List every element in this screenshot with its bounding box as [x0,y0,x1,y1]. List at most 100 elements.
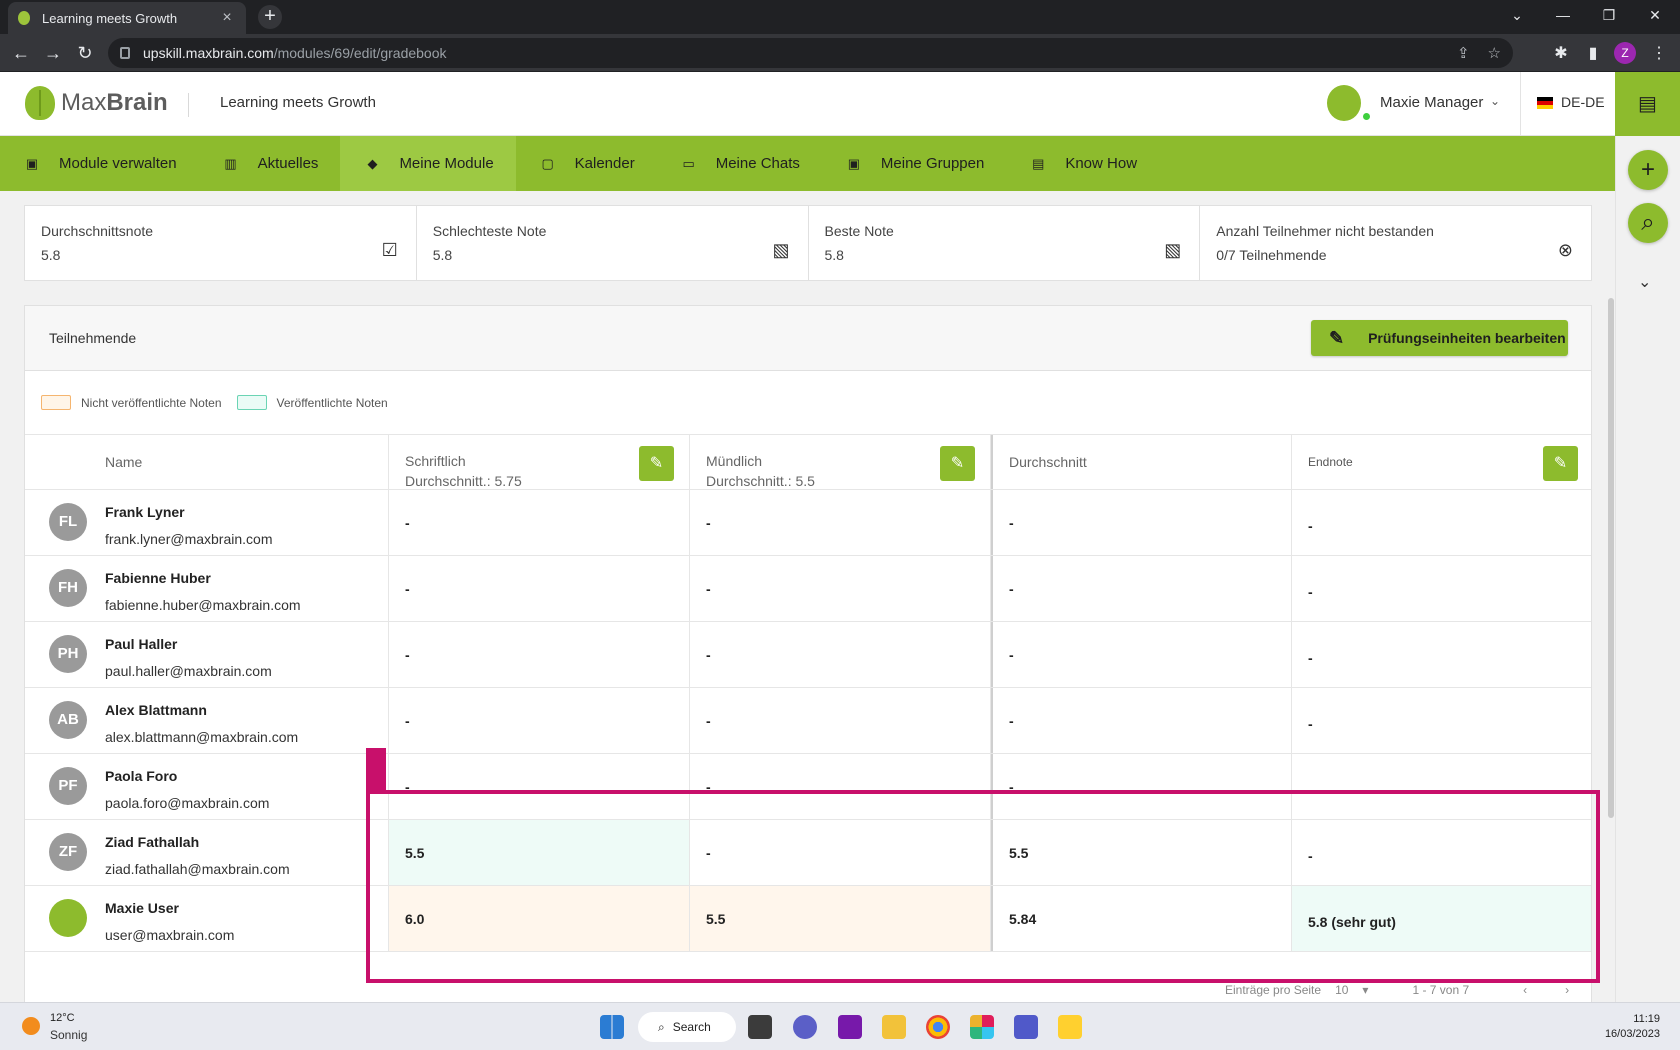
extensions-icon[interactable]: ✱ [1550,43,1572,63]
participant-email: user@maxbrain.com [105,927,235,943]
edit-written-button[interactable]: ✎ [639,446,674,481]
file-explorer-icon[interactable] [882,1015,906,1039]
stat-value: 0/7 Teilnehmende [1216,247,1327,263]
forward-icon[interactable]: → [40,40,66,66]
grade-cell[interactable]: - [690,556,991,621]
final-grade-cell[interactable]: - [1292,556,1591,621]
nav-item-meine-gruppen[interactable]: ▣ Meine Gruppen [822,136,1006,191]
system-clock[interactable]: 11:19 16/03/2023 [1605,1012,1660,1042]
grade-value: - [706,581,711,597]
new-tab-button[interactable]: + [258,5,282,29]
reload-icon[interactable]: ↻ [72,40,98,66]
main-navigation: ▣ Module verwalten ▥ Aktuelles ◆ Meine M… [0,136,1615,191]
cap-cancel-icon: ⊗ [1557,240,1573,260]
weather-temperature[interactable]: 12°C [50,1012,75,1024]
table-row: FH Fabienne Huber fabienne.huber@maxbrain.… [25,556,1591,622]
taskbar-search-label: Search [672,1020,711,1034]
url-path: /modules/69/edit/gradebook [273,45,447,61]
stat-average-grade: Durchschnittsnote 5.8 ☑ [25,206,417,280]
taskbar-search[interactable]: ⌕ Search [638,1012,736,1042]
chevron-down-icon[interactable]: ⌄ [1638,272,1651,292]
restore-button[interactable]: ❐ [1586,0,1632,30]
participant-name: Frank Lyner [105,504,185,520]
edit-exam-units-button[interactable]: ✎ Prüfungseinheiten bearbeiten [1311,320,1568,356]
bookmark-star-icon[interactable]: ☆ [1488,44,1501,62]
search-button[interactable]: ⌕ [1628,203,1668,243]
browser-menu-icon[interactable]: ⋮ [1648,43,1670,63]
grade-cell[interactable]: - [690,622,991,687]
final-grade-cell[interactable]: - [1292,688,1591,753]
per-page-select[interactable]: 10 [1335,983,1348,997]
address-bar[interactable]: upskill.maxbrain.com /modules/69/edit/gr… [108,38,1513,68]
task-view-icon[interactable] [748,1015,772,1039]
grade-cell[interactable]: - [389,556,690,621]
nav-item-know-how[interactable]: ▤ Know How [1006,136,1159,191]
close-tab-icon[interactable]: × [218,9,236,27]
close-window-button[interactable]: ✕ [1632,0,1678,30]
nav-item-kalender[interactable]: ▢ Kalender [516,136,657,191]
chat-icon[interactable]: ▤ [1615,72,1680,136]
browser-tab[interactable]: Learning meets Growth × [8,2,246,34]
miro-icon[interactable] [1058,1015,1082,1039]
briefcase-icon: ▣ [25,155,39,171]
final-grade-cell[interactable]: - [1292,622,1591,687]
sun-icon[interactable] [22,1017,40,1035]
browser-tabstrip: Learning meets Growth × + ⌄ — ❐ ✕ [0,0,1680,34]
onenote-icon[interactable] [838,1015,862,1039]
back-icon[interactable]: ← [8,40,34,66]
column-header-average: Durchschnitt [991,435,1292,489]
windows-start-icon[interactable] [600,1015,624,1039]
participant-name: Fabienne Huber [105,570,211,586]
page-scrollbar[interactable] [1608,298,1614,818]
grade-statistics: Durchschnittsnote 5.8 ☑ Schlechteste Not… [24,205,1592,281]
participant-email: paul.haller@maxbrain.com [105,663,272,679]
nav-item-aktuelles[interactable]: ▥ Aktuelles [199,136,341,191]
nav-item-module-verwalten[interactable]: ▣ Module verwalten [0,136,199,191]
grade-cell[interactable]: - [389,688,690,753]
edit-oral-button[interactable]: ✎ [940,446,975,481]
column-average: Durchschnitt.: 5.75 [405,473,522,489]
share-icon[interactable]: ⇪ [1457,44,1470,62]
user-menu-name[interactable]: Maxie Manager [1380,94,1483,111]
annotation-marker [366,748,386,794]
profile-avatar[interactable]: Z [1614,42,1636,64]
next-page-icon[interactable]: › [1565,983,1569,997]
slack-icon[interactable] [970,1015,994,1039]
table-row: FL Frank Lyner frank.lyner@maxbrain.com - … [25,490,1591,556]
teams-icon[interactable] [1014,1015,1038,1039]
nav-item-meine-chats[interactable]: ▭ Meine Chats [657,136,822,191]
brain-logo-icon [25,86,55,120]
grade-cell[interactable]: - [389,622,690,687]
participant-email: ziad.fathallah@maxbrain.com [105,861,290,877]
caret-down-icon[interactable]: ▾ [1362,983,1368,997]
stat-label: Durchschnittsnote [41,223,154,239]
news-icon: ▥ [224,155,237,171]
tab-search-icon[interactable]: ⌄ [1494,0,1540,30]
weather-condition[interactable]: Sonnig [50,1028,87,1042]
participant-email: paola.foro@maxbrain.com [105,795,270,811]
minimize-button[interactable]: — [1540,0,1586,30]
teams-chat-icon[interactable] [793,1015,817,1039]
previous-page-icon[interactable]: ‹ [1523,983,1527,997]
add-button[interactable]: + [1628,150,1668,190]
grade-value: - [1308,650,1313,666]
grade-cell[interactable]: - [690,688,991,753]
grade-cell[interactable]: - [690,490,991,555]
user-avatar[interactable] [1327,85,1361,121]
maxbrain-logo[interactable]: MaxBrain [25,86,168,120]
language-selector[interactable]: DE-DE [1561,94,1605,110]
grade-value: - [405,581,410,597]
url-host: upskill.maxbrain.com [143,45,274,61]
nav-item-meine-module[interactable]: ◆ Meine Module [340,136,516,191]
side-panel-icon[interactable]: ▮ [1582,43,1604,63]
chrome-icon[interactable] [926,1015,950,1039]
legend-swatch-unpublished [41,395,71,410]
chevron-down-icon[interactable]: ⌄ [1490,94,1500,108]
search-icon: ⌕ [658,1019,665,1034]
grade-cell[interactable]: - [389,490,690,555]
grade-value: - [1009,515,1014,531]
grade-value: - [1308,518,1313,534]
edit-final-grade-button[interactable]: ✎ [1543,446,1578,481]
avatar: AB [49,701,87,739]
final-grade-cell[interactable]: - [1292,490,1591,555]
